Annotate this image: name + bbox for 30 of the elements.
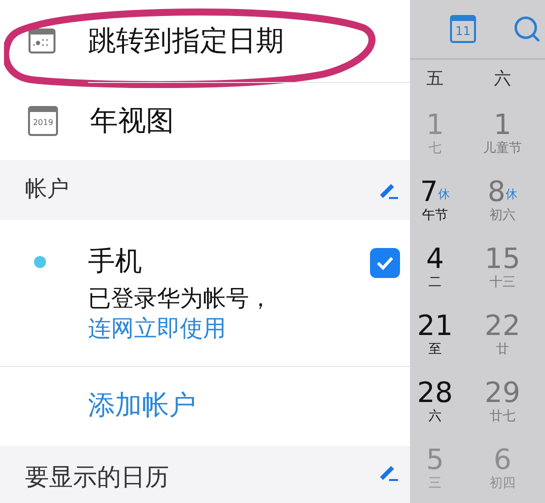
check-icon bbox=[375, 254, 395, 271]
holiday-label: 休 bbox=[505, 186, 518, 202]
account-status-text: 已登录华为帐号， 连网立即使用 bbox=[88, 284, 273, 344]
weekday-label: 五 bbox=[426, 68, 444, 92]
account-name: 手机 bbox=[88, 244, 143, 279]
menu-item[interactable]: 跳转到指定日期 bbox=[0, 0, 410, 83]
year-calendar-icon: 2019 bbox=[28, 106, 58, 136]
connect-link[interactable]: 连网立即使用 bbox=[88, 316, 226, 342]
section-title: 要显示的日历 bbox=[25, 462, 169, 493]
day-cell[interactable]: 4 二 bbox=[410, 234, 460, 301]
day-cell[interactable]: 6 初四 bbox=[460, 435, 545, 502]
day-cell[interactable]: 8休 初六 bbox=[460, 167, 545, 234]
day-cell[interactable]: 1 七 bbox=[410, 100, 460, 167]
day-cell[interactable]: 15 十三 bbox=[460, 234, 545, 301]
add-account-link[interactable]: 添加帐户 bbox=[88, 386, 196, 427]
holiday-label: 休 bbox=[438, 186, 450, 202]
weekday-label: 六 bbox=[493, 68, 512, 92]
day-cell[interactable]: 21 至 bbox=[410, 301, 460, 368]
day-cell[interactable]: 22 廿 bbox=[460, 301, 545, 368]
day-cell[interactable]: 5 三 bbox=[410, 435, 460, 502]
calendar-icon bbox=[28, 28, 56, 54]
day-cell[interactable]: 1 儿童节 bbox=[460, 100, 545, 167]
section-title: 帐户 bbox=[25, 176, 69, 204]
menu-item[interactable]: 2019 年视图 bbox=[0, 82, 410, 160]
day-cell[interactable]: 7 休 午节 bbox=[410, 167, 460, 234]
search-icon[interactable] bbox=[512, 14, 542, 44]
day-cell[interactable]: 29 廿七 bbox=[460, 368, 545, 435]
day-cell[interactable]: 28 六 bbox=[410, 368, 460, 435]
account-checkbox[interactable] bbox=[370, 248, 400, 278]
today-icon[interactable]: 11 bbox=[450, 15, 476, 43]
